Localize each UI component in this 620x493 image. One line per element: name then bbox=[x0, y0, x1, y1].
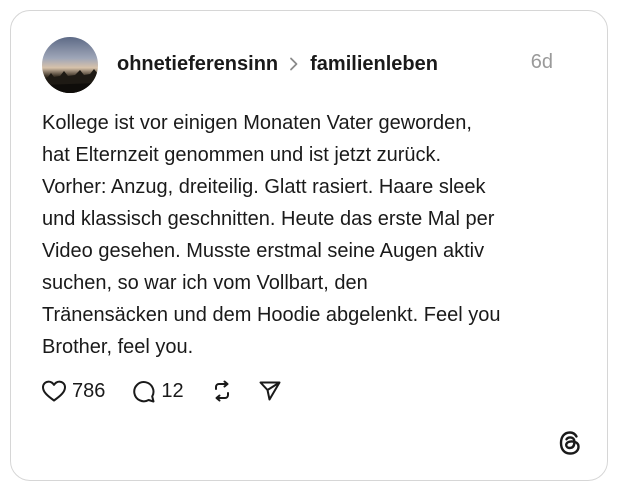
comment-icon bbox=[133, 380, 155, 402]
username-link[interactable]: ohnetieferensinn bbox=[117, 53, 278, 76]
post-card: ohnetieferensinn familienleben 6d Kolleg… bbox=[10, 10, 608, 481]
threads-logo-icon bbox=[559, 431, 580, 455]
like-count: 786 bbox=[72, 379, 106, 402]
post-header: ohnetieferensinn familienleben bbox=[117, 49, 438, 79]
topic-link[interactable]: familienleben bbox=[310, 53, 438, 76]
avatar[interactable] bbox=[42, 37, 98, 93]
action-bar: 786 12 bbox=[41, 377, 282, 405]
share-button[interactable] bbox=[258, 379, 282, 403]
chevron-right-icon bbox=[290, 57, 298, 71]
repost-icon bbox=[214, 380, 229, 402]
heart-icon bbox=[42, 380, 66, 402]
post-text: Kollege ist vor einigen Monaten Vater ge… bbox=[42, 112, 501, 358]
avatar-landscape-image bbox=[42, 69, 98, 93]
reply-button[interactable]: 12 bbox=[131, 379, 184, 404]
repost-button[interactable] bbox=[210, 379, 234, 403]
reply-count: 12 bbox=[161, 379, 184, 402]
like-button[interactable]: 786 bbox=[41, 379, 105, 403]
send-icon bbox=[259, 381, 281, 401]
post-timestamp: 6d bbox=[530, 51, 553, 73]
